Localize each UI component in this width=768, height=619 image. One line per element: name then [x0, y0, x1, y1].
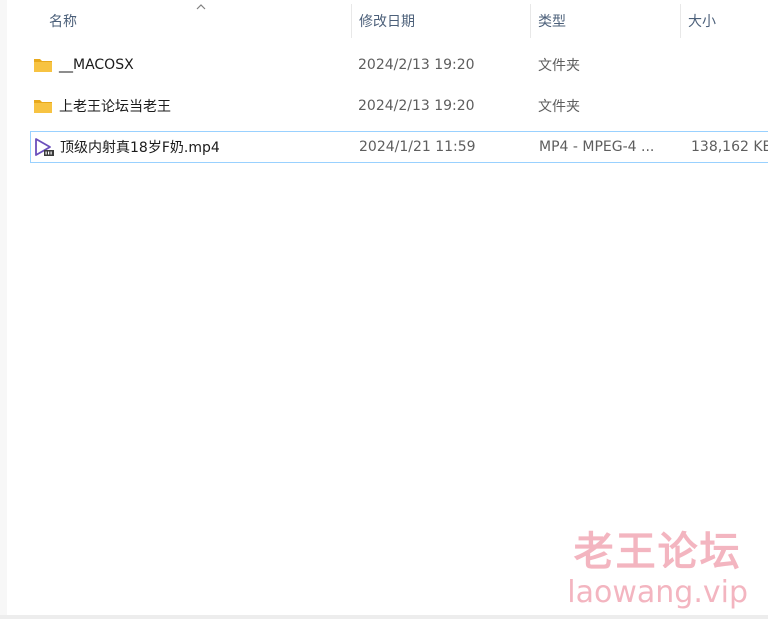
- column-header-date[interactable]: 修改日期: [349, 0, 529, 42]
- watermark: 老王论坛 laowang.vip: [567, 529, 748, 611]
- file-list-item[interactable]: __MACOSX 2024/2/13 19:20 文件夹: [30, 50, 768, 80]
- file-list-item-selected[interactable]: 顶级内射真18岁F奶.mp4 2024/1/21 11:59 MP4 - MPE…: [30, 131, 768, 163]
- file-size-cell: 138,162 KB: [691, 139, 768, 155]
- file-name-text: 上老王论坛当老王: [59, 99, 171, 115]
- file-type-cell: 文件夹: [538, 99, 580, 115]
- watermark-url: laowang.vip: [567, 575, 748, 610]
- modified-date-cell: 2024/2/13 19:20: [358, 57, 475, 73]
- watermark-title: 老王论坛: [573, 529, 742, 575]
- file-name-text: __MACOSX: [59, 57, 134, 73]
- modified-date-cell: 2024/1/21 11:59: [359, 139, 476, 155]
- column-header-type[interactable]: 类型: [528, 0, 678, 42]
- modified-date-cell: 2024/2/13 19:20: [358, 98, 475, 114]
- file-size-cell: [690, 91, 768, 121]
- video-file-icon: [35, 138, 54, 156]
- column-header-name-label: 名称: [49, 14, 77, 30]
- file-size-cell: [690, 50, 768, 80]
- file-name-cell: 上老王论坛当老王: [32, 91, 350, 121]
- column-header-type-label: 类型: [538, 14, 566, 30]
- navigation-pane-edge: [0, 0, 7, 619]
- column-header-name[interactable]: 名称: [39, 0, 351, 42]
- column-header-size-label: 大小: [688, 14, 716, 30]
- file-name-cell: 顶级内射真18岁F奶.mp4: [33, 132, 351, 162]
- folder-icon: [34, 100, 52, 113]
- file-explorer-window: 名称 修改日期 类型 大小 __MACOSX 2024/2/13 19:20 文…: [0, 0, 768, 619]
- file-type-cell: 文件夹: [538, 58, 580, 74]
- folder-icon: [34, 59, 52, 72]
- horizontal-scrollbar[interactable]: [0, 615, 768, 619]
- file-list-item[interactable]: 上老王论坛当老王 2024/2/13 19:20 文件夹: [30, 91, 768, 121]
- column-header-bar: 名称 修改日期 类型 大小: [7, 0, 768, 42]
- file-name-cell: __MACOSX: [32, 50, 350, 80]
- column-header-date-label: 修改日期: [359, 14, 415, 30]
- column-header-size[interactable]: 大小: [678, 0, 768, 42]
- file-name-text: 顶级内射真18岁F奶.mp4: [60, 140, 220, 156]
- file-type-cell: MP4 - MPEG-4 ...: [539, 139, 655, 155]
